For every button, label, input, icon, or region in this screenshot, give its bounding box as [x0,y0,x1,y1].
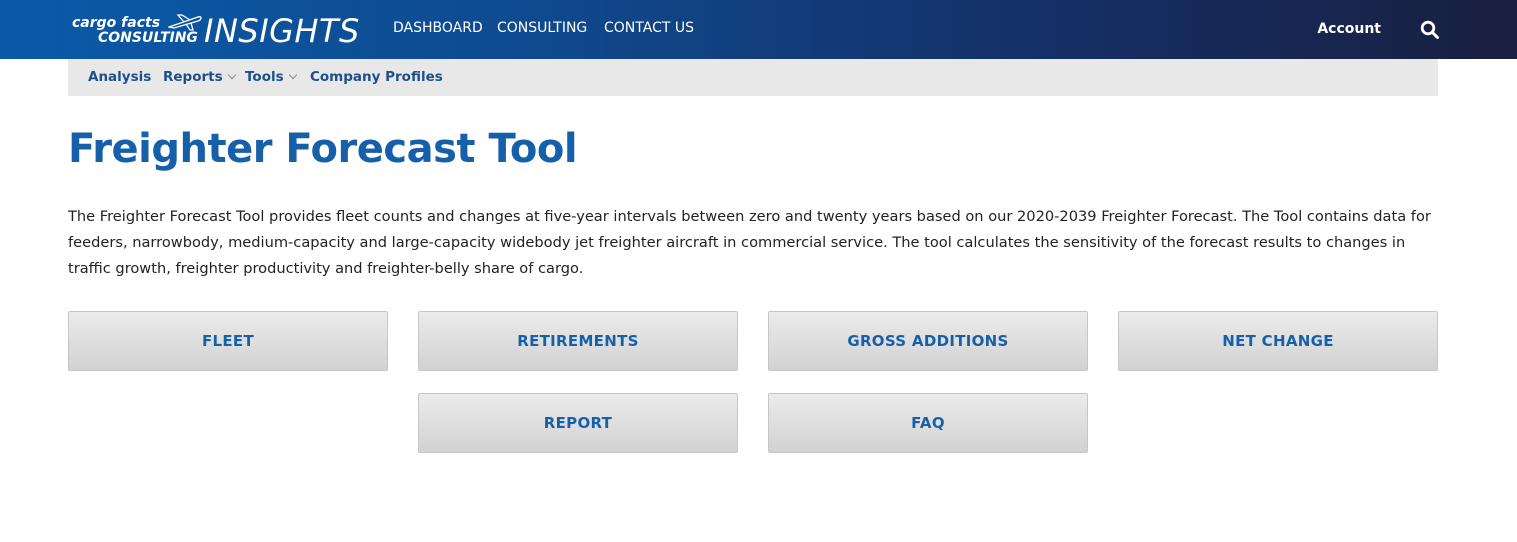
subnav-item-reports[interactable]: Reports [163,69,236,85]
site-logo[interactable]: cargo facts CONSULTING INSIGHTS [72,12,362,50]
account-link[interactable]: Account [1317,21,1381,37]
report-button[interactable]: REPORT [418,393,738,453]
fleet-button[interactable]: FLEET [68,311,388,371]
nav-consulting[interactable]: CONSULTING [497,20,587,36]
nav-dashboard[interactable]: DASHBOARD [393,20,483,36]
airplane-icon [168,14,202,31]
secondary-nav: Analysis Reports Tools Company Profiles [68,59,1438,96]
search-icon[interactable] [1420,20,1440,40]
subnav-item-label: Company Profiles [310,69,443,85]
gross-additions-button[interactable]: GROSS ADDITIONS [768,311,1088,371]
net-change-button[interactable]: NET CHANGE [1118,311,1438,371]
logo-brand-insights: INSIGHTS [204,12,360,50]
nav-contact-us[interactable]: CONTACT US [604,20,694,36]
subnav-item-tools[interactable]: Tools [245,69,297,85]
top-header-bar: cargo facts CONSULTING INSIGHTS DASHBOAR… [0,0,1517,59]
subnav-item-analysis[interactable]: Analysis [88,69,151,85]
chevron-down-icon [288,70,297,80]
faq-button[interactable]: FAQ [768,393,1088,453]
retirements-button[interactable]: RETIREMENTS [418,311,738,371]
subnav-item-company-profiles[interactable]: Company Profiles [310,69,443,85]
page-title: Freighter Forecast Tool [68,126,578,172]
logo-line-cargo-facts: cargo facts [72,15,161,31]
subnav-item-label: Analysis [88,69,152,85]
chevron-down-icon [227,70,236,80]
logo-line-consulting: CONSULTING [98,30,198,46]
page-description: The Freighter Forecast Tool provides fle… [68,208,1431,277]
subnav-item-label: Reports [163,69,223,85]
subnav-item-label: Tools [245,69,284,85]
